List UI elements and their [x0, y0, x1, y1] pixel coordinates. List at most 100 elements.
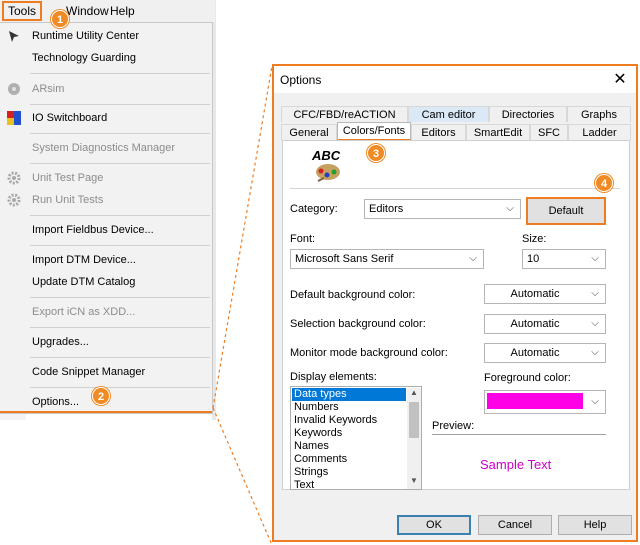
menu-separator	[30, 327, 210, 328]
list-item[interactable]: Numbers	[292, 401, 406, 414]
menu-item-label: IO Switchboard	[32, 112, 108, 124]
font-value: Microsoft Sans Serif	[295, 253, 394, 265]
monitor-bg-value: Automatic	[510, 347, 560, 359]
runtime-icon	[7, 29, 21, 43]
menu-tools[interactable]: Tools	[2, 1, 43, 21]
size-label: Size:	[522, 233, 547, 245]
foreground-label: Foreground color:	[484, 372, 571, 384]
menu-item-label: Runtime Utility Center	[32, 30, 139, 42]
menu-item-label: Technology Guarding	[32, 52, 136, 64]
list-item[interactable]: Data types	[292, 388, 406, 401]
list-item[interactable]: Keywords	[292, 427, 406, 440]
menu-item-export-icn-as-xdd[interactable]: Export iCN as XDD...	[0, 301, 212, 323]
menu-item-unit-test-page[interactable]: Unit Test Page	[0, 167, 212, 189]
list-item[interactable]: Names	[292, 440, 406, 453]
tab-cam-editor[interactable]: Cam editor	[408, 106, 489, 122]
logo-text: ABC	[312, 148, 341, 163]
display-elements-list[interactable]: Data types Numbers Invalid Keywords Keyw…	[290, 386, 422, 492]
menu-item-system-diagnostics-manager[interactable]: System Diagnostics Manager	[0, 137, 212, 159]
tab-ladder[interactable]: Ladder	[568, 124, 631, 140]
step-badge-1: 1	[51, 10, 69, 28]
list-item[interactable]: Text	[292, 479, 406, 492]
menu-item-label: Update DTM Catalog	[32, 276, 136, 288]
default-button[interactable]: Default	[526, 197, 606, 225]
menu-separator	[30, 104, 210, 105]
monitor-bg-label: Monitor mode background color:	[290, 347, 448, 359]
tab-graphs[interactable]: Graphs	[567, 106, 631, 122]
cancel-button[interactable]: Cancel	[478, 515, 552, 535]
menu-item-run-unit-tests[interactable]: Run Unit Tests	[0, 189, 212, 211]
help-button[interactable]: Help	[558, 515, 632, 535]
default-bg-select[interactable]: Automatic ⌵	[484, 284, 606, 304]
tab-smartedit[interactable]: SmartEdit	[466, 124, 530, 140]
monitor-bg-select[interactable]: Automatic ⌵	[484, 343, 606, 363]
menu-item-label: Import DTM Device...	[32, 254, 136, 266]
menu-item-technology-guarding[interactable]: Technology Guarding	[0, 47, 212, 69]
ok-button[interactable]: OK	[397, 515, 471, 535]
category-value: Editors	[369, 203, 404, 215]
default-bg-label: Default background color:	[290, 289, 416, 301]
display-elements-label: Display elements:	[290, 371, 377, 383]
selection-bg-value: Automatic	[510, 318, 560, 330]
menu-separator	[30, 245, 210, 246]
chevron-down-icon: ⌵	[591, 396, 599, 407]
menu-item-arsim[interactable]: ARsim	[0, 78, 212, 100]
tools-menu: Runtime Utility Center Technology Guardi…	[0, 22, 213, 414]
menu-item-label: Options...	[32, 396, 80, 408]
menu-item-code-snippet-manager[interactable]: Code Snippet Manager	[0, 361, 212, 383]
list-scrollbar[interactable]: ▲ ▼	[407, 388, 421, 489]
category-select[interactable]: Editors ⌵	[364, 199, 521, 219]
scroll-up-icon[interactable]: ▲	[407, 388, 421, 400]
tab-colors-fonts[interactable]: Colors/Fonts	[337, 122, 411, 141]
menu-item-label: Import Fieldbus Device...	[32, 224, 154, 236]
menu-separator	[30, 297, 210, 298]
gear-icon	[7, 171, 21, 185]
sample-text: Sample Text	[480, 457, 552, 472]
chevron-down-icon: ⌵	[591, 347, 599, 358]
scroll-down-icon[interactable]: ▼	[407, 476, 421, 488]
list-item[interactable]: Comments	[292, 453, 406, 466]
scrollbar-thumb[interactable]	[409, 402, 419, 438]
tab-directories[interactable]: Directories	[489, 106, 567, 122]
colors-fonts-logo: ABC	[310, 148, 346, 182]
menu-item-runtime-utility-center[interactable]: Runtime Utility Center	[0, 25, 212, 47]
chevron-down-icon: ⌵	[591, 288, 599, 299]
category-label: Category:	[290, 203, 338, 215]
size-select[interactable]: 10 ⌵	[522, 249, 606, 269]
tab-editors[interactable]: Editors	[411, 124, 466, 140]
default-bg-value: Automatic	[510, 288, 560, 300]
menu-item-upgrades[interactable]: Upgrades...	[0, 331, 212, 353]
menu-separator	[30, 387, 210, 388]
menu-separator	[30, 73, 210, 74]
chevron-down-icon: ⌵	[506, 203, 514, 214]
tab-general[interactable]: General	[281, 124, 337, 140]
menu-item-import-fieldbus-device[interactable]: Import Fieldbus Device...	[0, 219, 212, 241]
menu-item-label: Unit Test Page	[32, 172, 104, 184]
dialog-title: Options	[280, 73, 322, 87]
menu-item-io-switchboard[interactable]: IO Switchboard	[0, 107, 212, 129]
tab-sfc[interactable]: SFC	[530, 124, 568, 140]
menu-help[interactable]: Help	[106, 2, 139, 20]
menu-item-label: Upgrades...	[32, 336, 89, 348]
divider	[290, 188, 620, 189]
menu-separator	[30, 163, 210, 164]
dialog-titlebar: Options ✕	[274, 66, 636, 93]
chevron-down-icon: ⌵	[591, 253, 599, 264]
menu-item-import-dtm-device[interactable]: Import DTM Device...	[0, 249, 212, 271]
list-item[interactable]: Strings	[292, 466, 406, 479]
foreground-color-select[interactable]: ⌵	[484, 390, 606, 414]
menu-item-update-dtm-catalog[interactable]: Update DTM Catalog	[0, 271, 212, 293]
tab-cfc-fbd-reaction[interactable]: CFC/FBD/reACTION	[281, 106, 408, 122]
list-item[interactable]: Invalid Keywords	[292, 414, 406, 427]
font-label: Font:	[290, 233, 316, 245]
foreground-color-swatch	[487, 393, 583, 409]
selection-bg-label: Selection background color:	[290, 318, 426, 330]
options-dialog: Options ✕ CFC/FBD/reACTION Cam editor Di…	[272, 64, 638, 542]
font-select[interactable]: Microsoft Sans Serif ⌵	[290, 249, 484, 269]
step-badge-2: 2	[92, 387, 110, 405]
close-icon[interactable]: ✕	[610, 70, 630, 90]
arsim-icon	[7, 82, 21, 96]
menu-item-label: ARsim	[32, 83, 65, 95]
selection-bg-select[interactable]: Automatic ⌵	[484, 314, 606, 334]
menu-item-label: System Diagnostics Manager	[32, 142, 176, 154]
